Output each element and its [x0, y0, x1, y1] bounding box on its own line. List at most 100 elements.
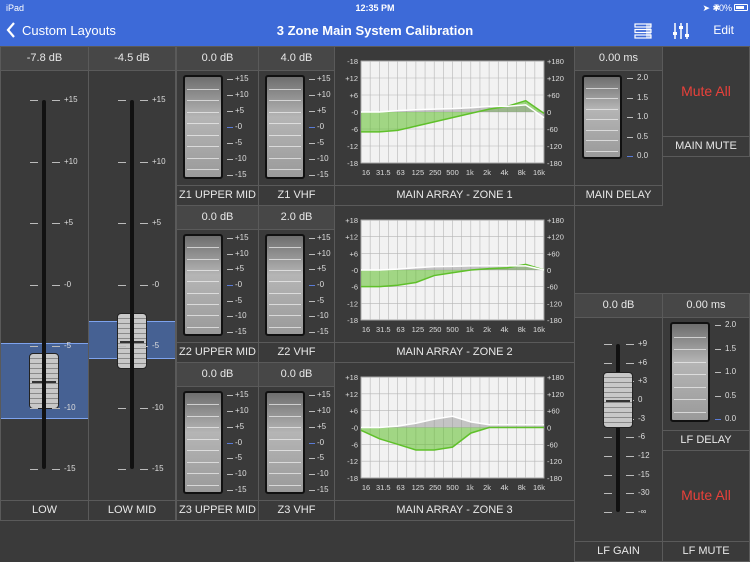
eq-left-tick-label: +12 — [345, 390, 358, 399]
meter-tick-label: +5 — [235, 106, 245, 115]
meter-segment — [674, 374, 706, 375]
eq-zone-3-graph[interactable]: +18 +180 +12 +120 +6 +60 -0 0 -6 -60 -12 -120 -18 -18… — [335, 363, 574, 500]
eq-left-tick-label: -12 — [347, 457, 358, 466]
low-mid-value[interactable]: -4.5 dB — [89, 47, 175, 71]
z1-vhf-value[interactable]: 4.0 dB — [259, 47, 334, 71]
meter-tick — [227, 269, 233, 270]
main-delay-value[interactable]: 0.00 ms — [575, 47, 662, 71]
lf-delay-value[interactable]: 0.00 ms — [663, 294, 749, 318]
low-fader-panel: -7.8 dB LOW +15 +10 +5 -0 -5 -10 -15 — [0, 46, 89, 521]
meter-tick-label: +5 — [235, 422, 245, 431]
eq-zone-2-graph[interactable]: +18 +180 +12 +120 +6 +60 -0 0 -6 -60 -12 -120 -18 -18… — [335, 206, 574, 342]
eq-zone-1-graph[interactable]: -18 +180 +12 +120 +6 +60 -0 0 -6 -60 -12 -120 -18 -18… — [335, 47, 574, 185]
status-time: 12:35 PM — [355, 3, 395, 13]
meter-tick — [309, 443, 315, 444]
eq-zone-2-panel[interactable]: +18 +180 +12 +120 +6 +60 -0 0 -6 -60 -12 -120 -18 -18… — [334, 205, 575, 363]
meter-tick — [227, 427, 233, 428]
z2-upper-mid-value[interactable]: 0.0 dB — [177, 206, 258, 230]
delay-tick — [627, 98, 633, 99]
fader-tick — [52, 346, 60, 347]
low-value[interactable]: -7.8 dB — [1, 47, 88, 71]
eq-left-tick-label: -18 — [347, 316, 358, 325]
edit-button[interactable]: Edit — [713, 23, 734, 37]
lf-gain-tick-label: -∞ — [638, 507, 647, 516]
level-meter — [265, 391, 305, 494]
meter-tick-label: +10 — [235, 406, 249, 415]
z2-vhf-value[interactable]: 2.0 dB — [259, 206, 334, 230]
fader-tick — [118, 162, 126, 163]
lf-gain-tick-label: +3 — [638, 376, 648, 385]
level-meter — [265, 234, 305, 336]
delay-tick-label: 0.0 — [637, 151, 649, 160]
meter-tick — [309, 238, 315, 239]
meter-segment — [269, 327, 301, 328]
z3-upper-mid-value[interactable]: 0.0 dB — [177, 363, 258, 387]
meter-segment — [674, 349, 706, 350]
fader-tick — [118, 408, 126, 409]
battery-percent: 70% — [713, 3, 732, 13]
eq-x-tick-label: 250 — [429, 325, 442, 334]
meter-tick — [309, 332, 315, 333]
meter-tick-label: +5 — [317, 264, 327, 273]
lf-gain-tick — [626, 344, 634, 345]
meter-segment — [269, 404, 301, 405]
eq-right-tick-label: -60 — [547, 125, 558, 134]
meter-segment — [269, 123, 301, 124]
eq-zone-1-panel[interactable]: -18 +180 +12 +120 +6 +60 -0 0 -6 -60 -12 -120 -18 -18… — [334, 46, 575, 206]
meter-tick — [309, 474, 315, 475]
meter-tick-label: -15 — [317, 170, 329, 179]
lf-gain-fader-knob[interactable] — [603, 372, 633, 428]
delay-tick — [627, 117, 633, 118]
meter-segment — [269, 473, 301, 474]
z2-upper-mid-panel: 0.0 dB Z2 UPPER MID +15 +10 +5 -0 -5 -10 -15 — [176, 205, 259, 363]
back-button[interactable]: Custom Layouts — [6, 22, 116, 38]
meter-tick — [309, 427, 315, 428]
z3-vhf-value[interactable]: 0.0 dB — [259, 363, 334, 387]
lf-delay-label: LF DELAY — [663, 430, 749, 450]
fader-tick — [52, 100, 60, 101]
fader-tick — [118, 469, 126, 470]
main-mute-all-button[interactable]: Mute All — [663, 83, 749, 99]
meter-tick-label: -10 — [235, 154, 247, 163]
z2-vhf-label: Z2 VHF — [259, 342, 334, 362]
eq-left-tick-label: +12 — [345, 233, 358, 242]
lf-gain-value[interactable]: 0.0 dB — [575, 294, 662, 318]
z1-upper-mid-value[interactable]: 0.0 dB — [177, 47, 258, 71]
meter-tick-label: -10 — [317, 469, 329, 478]
level-meter — [183, 234, 223, 336]
eq-right-tick-label: +180 — [547, 216, 564, 225]
meter-segment — [269, 259, 301, 260]
fader-tick — [140, 223, 148, 224]
meter-segment — [187, 293, 219, 294]
z3-vhf-panel: 0.0 dB Z3 VHF +15 +10 +5 -0 -5 -10 -15 — [258, 362, 335, 521]
meter-segment — [187, 281, 219, 282]
list-layout-icon[interactable] — [634, 22, 652, 40]
fader-tick — [140, 469, 148, 470]
mixer-sliders-icon[interactable] — [672, 22, 690, 40]
meter-segment — [187, 169, 219, 170]
eq-x-tick-label: 4k — [500, 325, 508, 334]
lf-gain-tick — [604, 493, 612, 494]
chevron-left-icon — [6, 22, 15, 38]
eq-zone-3-panel[interactable]: +18 +180 +12 +120 +6 +60 -0 0 -6 -60 -12 -120 -18 -18… — [334, 362, 575, 521]
lf-mute-all-button[interactable]: Mute All — [663, 487, 749, 503]
lf-gain-tick-label: +9 — [638, 339, 648, 348]
meter-tick — [227, 458, 233, 459]
eq-x-tick-label: 4k — [500, 168, 508, 177]
fader-tick — [140, 346, 148, 347]
eq-x-tick-label: 2k — [483, 483, 491, 492]
meter-tick-label: +10 — [317, 406, 331, 415]
level-meter — [265, 75, 305, 179]
meter-tick-label: -0 — [317, 438, 325, 447]
meter-segment — [187, 304, 219, 305]
eq-x-tick-label: 16k — [533, 483, 545, 492]
lf-gain-tick — [626, 512, 634, 513]
eq-x-tick-label: 2k — [483, 168, 491, 177]
meter-segment — [269, 281, 301, 282]
fader-tick — [140, 100, 148, 101]
fader-tick — [52, 223, 60, 224]
meter-tick — [227, 301, 233, 302]
lf-gain-tick — [604, 456, 612, 457]
lf-gain-tick — [604, 344, 612, 345]
lf-gain-tick — [626, 475, 634, 476]
